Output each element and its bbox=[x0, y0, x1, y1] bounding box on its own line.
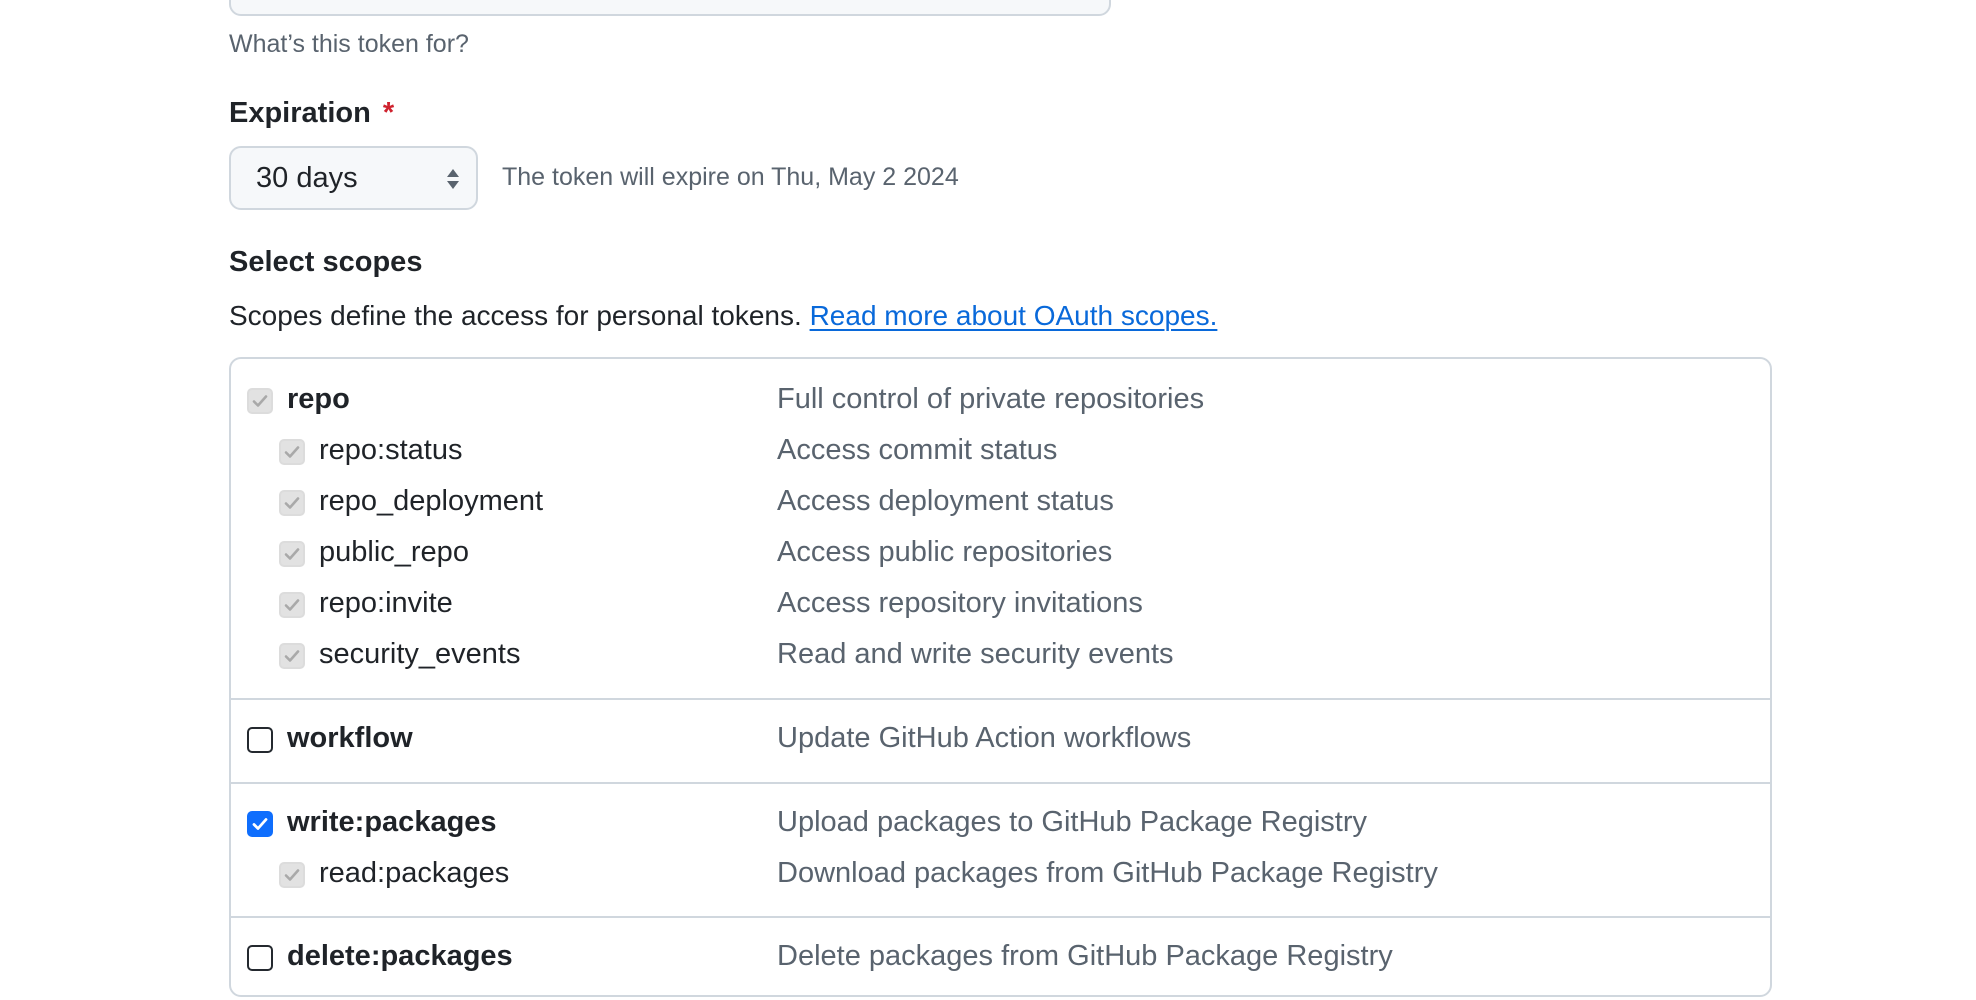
scope-checkbox-disabled bbox=[279, 541, 305, 567]
token-note-hint: What’s this token for? bbox=[229, 30, 469, 58]
scope-description: Read and write security events bbox=[777, 638, 1174, 670]
scope-description: Full control of private repositories bbox=[777, 383, 1205, 415]
scopes-list: repo Full control of private repositorie… bbox=[229, 357, 1772, 997]
scope-name: read:packages bbox=[319, 857, 510, 889]
scope-description: Access public repositories bbox=[777, 536, 1113, 568]
scope-group-packages: write:packages Upload packages to GitHub… bbox=[231, 784, 1770, 918]
scope-row: workflow Update GitHub Action workflows bbox=[231, 714, 1770, 765]
scope-row: security_events Read and write security … bbox=[231, 630, 1770, 681]
scope-name: repo_deployment bbox=[319, 485, 544, 517]
scope-row: repo:status Access commit status bbox=[231, 426, 1770, 477]
check-icon bbox=[284, 869, 300, 881]
scope-row: delete:packages Delete packages from Git… bbox=[231, 932, 1770, 983]
scope-row: read:packages Download packages from Git… bbox=[231, 849, 1770, 900]
check-icon bbox=[252, 395, 268, 407]
required-marker: * bbox=[382, 97, 395, 129]
check-icon bbox=[284, 650, 300, 662]
scope-name: repo:status bbox=[319, 434, 463, 466]
scope-name: write:packages bbox=[287, 806, 497, 838]
scope-name: security_events bbox=[319, 638, 521, 670]
scope-name: workflow bbox=[287, 722, 413, 754]
scope-name: public_repo bbox=[319, 536, 469, 568]
check-icon bbox=[284, 446, 300, 458]
scope-checkbox-disabled bbox=[279, 439, 305, 465]
check-icon bbox=[252, 818, 268, 830]
expiration-selected-value: 30 days bbox=[256, 161, 358, 194]
scope-description: Download packages from GitHub Package Re… bbox=[777, 857, 1438, 889]
scopes-description-text: Scopes define the access for personal to… bbox=[229, 300, 802, 331]
scope-checkbox-disabled bbox=[247, 388, 273, 414]
scope-checkbox-write-packages[interactable] bbox=[247, 811, 273, 837]
scope-name: delete:packages bbox=[287, 940, 513, 972]
scopes-heading: Select scopes bbox=[229, 246, 423, 278]
expiration-label: Expiration * bbox=[229, 97, 394, 130]
check-icon bbox=[284, 497, 300, 509]
scope-description: Delete packages from GitHub Package Regi… bbox=[777, 940, 1393, 972]
scope-checkbox-workflow[interactable] bbox=[247, 727, 273, 753]
scope-checkbox-disabled bbox=[279, 592, 305, 618]
scope-checkbox-disabled bbox=[279, 643, 305, 669]
scope-description: Access deployment status bbox=[777, 485, 1114, 517]
scope-row: public_repo Access public repositories bbox=[231, 528, 1770, 579]
scope-row: repo:invite Access repository invitation… bbox=[231, 579, 1770, 630]
expiration-note: The token will expire on Thu, May 2 2024 bbox=[502, 163, 959, 191]
scope-description: Access repository invitations bbox=[777, 587, 1143, 619]
scope-name: repo:invite bbox=[319, 587, 453, 619]
expiration-select[interactable]: 30 days bbox=[229, 146, 478, 210]
scope-name: repo bbox=[287, 383, 350, 415]
scope-checkbox-disabled bbox=[279, 862, 305, 888]
scope-description: Update GitHub Action workflows bbox=[777, 722, 1192, 754]
select-arrows-icon bbox=[447, 169, 459, 189]
scope-group-repo: repo Full control of private repositorie… bbox=[231, 359, 1770, 700]
token-note-input[interactable] bbox=[229, 0, 1111, 16]
oauth-scopes-link[interactable]: Read more about OAuth scopes. bbox=[810, 300, 1218, 331]
scope-description: Upload packages to GitHub Package Regist… bbox=[777, 806, 1367, 838]
scope-group-workflow: workflow Update GitHub Action workflows bbox=[231, 700, 1770, 784]
scope-checkbox-delete-packages[interactable] bbox=[247, 945, 273, 971]
scope-description: Access commit status bbox=[777, 434, 1058, 466]
check-icon bbox=[284, 599, 300, 611]
scope-row: repo_deployment Access deployment status bbox=[231, 477, 1770, 528]
scope-group-delete-packages: delete:packages Delete packages from Git… bbox=[231, 918, 1770, 1000]
scopes-description: Scopes define the access for personal to… bbox=[229, 300, 1217, 332]
scope-checkbox-disabled bbox=[279, 490, 305, 516]
expiration-label-text: Expiration bbox=[229, 97, 371, 129]
scope-row: repo Full control of private repositorie… bbox=[231, 375, 1770, 426]
scope-row: write:packages Upload packages to GitHub… bbox=[231, 798, 1770, 849]
check-icon bbox=[284, 548, 300, 560]
